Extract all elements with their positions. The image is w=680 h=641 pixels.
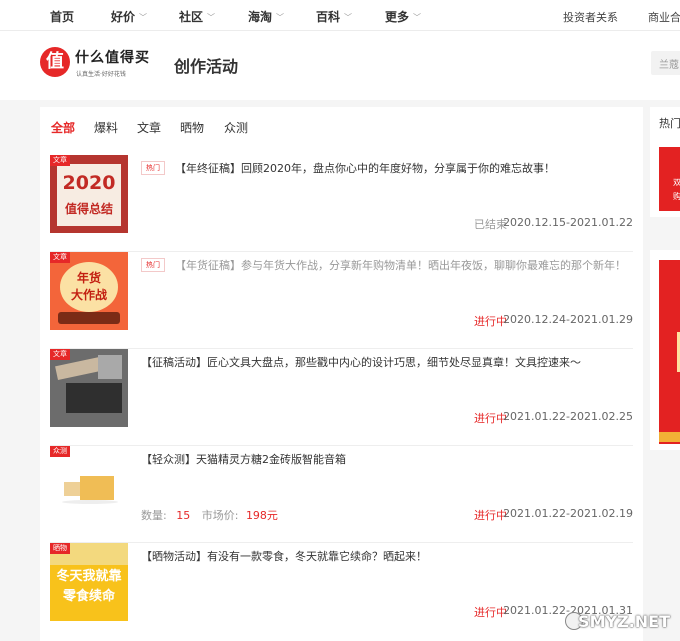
activity-panel: 全部 爆料 文章 晒物 众测 2020 值得总结 文章 热门 【年终征稿】回顾20… xyxy=(40,107,643,641)
review-meta: 数量: 15 市场价: 198元 xyxy=(141,507,278,523)
nav-item-community[interactable]: 社区 ﹀ xyxy=(179,8,215,25)
business-cooperation-link[interactable]: 商业合作 xyxy=(648,9,680,25)
activity-thumbnail[interactable]: 2020 值得总结 文章 xyxy=(50,155,128,233)
status-label: 进行中 xyxy=(474,412,507,425)
thumbnail-text: 值得总结 xyxy=(64,202,113,216)
logo-icon[interactable]: 值 xyxy=(40,47,70,77)
thumbnail-decoration xyxy=(58,312,120,324)
nav-item-label: 社区 xyxy=(179,10,204,24)
banner-text: 购 xyxy=(673,192,680,201)
nav-item-label: 百科 xyxy=(316,10,341,24)
list-item[interactable]: 众测 【轻众测】天猫精灵方糖2金砖版智能音箱 数量: 15 市场价: 198元 … xyxy=(40,446,643,543)
sidebar-hot-label: 热门 xyxy=(659,117,680,130)
activity-title[interactable]: 【晒物活动】有没有一款零食，冬天就靠它续命？晒起来！ xyxy=(141,547,631,567)
nav-item-label: 更多 xyxy=(385,10,410,24)
chevron-down-icon: ﹀ xyxy=(344,13,353,22)
tab-articles[interactable]: 文章 xyxy=(137,119,161,136)
list-item[interactable]: 文章 【征稿活动】匠心文具大盘点，那些戳中内心的设计巧思，细节处尽显真章！文具控… xyxy=(40,349,643,446)
date-range: 2021.01.22-2021.02.25 xyxy=(503,410,633,423)
thumbnail-poster: 2020 值得总结 xyxy=(57,164,121,226)
site-header: 值 什么值得买 认真生活·好好花钱 创作活动 兰蔻 xyxy=(0,31,680,100)
search-input[interactable]: 兰蔻 xyxy=(651,51,680,75)
chevron-down-icon: ﹀ xyxy=(139,13,148,22)
nav-item-label: 好价 xyxy=(111,10,136,24)
activity-thumbnail[interactable]: 文章 xyxy=(50,349,128,427)
banner-text: 双 xyxy=(673,178,680,187)
activity-title[interactable]: 热门 【年终征稿】回顾2020年，盘点你心中的年度好物，分享属于你的难忘故事！ xyxy=(141,159,631,179)
nav-item-label: 海淘 xyxy=(248,10,273,24)
tab-deals[interactable]: 爆料 xyxy=(94,119,118,136)
activity-thumbnail[interactable]: 年货 大作战 文章 xyxy=(50,252,128,330)
thumbnail-text: 2020 xyxy=(62,172,116,194)
sidebar-ad-banner[interactable] xyxy=(659,260,680,444)
banner-decoration xyxy=(659,432,680,442)
status-label: 已结束 xyxy=(474,218,507,231)
filter-tabs: 全部 爆料 文章 晒物 众测 xyxy=(40,107,643,147)
tab-review[interactable]: 众测 xyxy=(224,119,248,136)
chevron-down-icon: ﹀ xyxy=(276,13,285,22)
activity-title-text: 【晒物活动】有没有一款零食，冬天就靠它续命？晒起来！ xyxy=(141,550,427,563)
nav-item-deals[interactable]: 好价 ﹀ xyxy=(111,8,147,25)
status-label: 进行中 xyxy=(474,315,507,328)
activity-thumbnail[interactable]: 冬天我就靠 零食续命 晒物 xyxy=(50,543,128,621)
type-badge: 众测 xyxy=(50,446,70,457)
list-item[interactable]: 冬天我就靠 零食续命 晒物 【晒物活动】有没有一款零食，冬天就靠它续命？晒起来！… xyxy=(40,543,643,640)
investor-relations-link[interactable]: 投资者关系 xyxy=(563,9,618,25)
thumbnail-decoration xyxy=(98,355,122,379)
nav-item-home[interactable]: 首页 xyxy=(50,8,74,25)
list-item[interactable]: 年货 大作战 文章 热门 【年货征稿】参与年货大作战，分享新年购物清单！晒出年夜饭… xyxy=(40,252,643,349)
thumbnail-decoration xyxy=(62,500,118,504)
activity-title[interactable]: 热门 【年货征稿】参与年货大作战，分享新年购物清单！晒出年夜饭，聊聊你最难忘的那个… xyxy=(141,256,631,276)
nav-item-more[interactable]: 更多 ﹀ xyxy=(385,8,421,25)
status-label: 进行中 xyxy=(474,606,507,619)
thumbnail-text: 年货 xyxy=(76,271,101,285)
activity-title-text: 【年货征稿】参与年货大作战，分享新年购物清单！晒出年夜饭，聊聊你最难忘的那个新年… xyxy=(175,259,626,272)
quantity-label: 数量: xyxy=(141,509,167,522)
logo-name[interactable]: 什么值得买 xyxy=(75,47,150,67)
page-title: 创作活动 xyxy=(174,57,239,76)
type-badge: 文章 xyxy=(50,252,70,263)
activity-title[interactable]: 【征稿活动】匠心文具大盘点，那些戳中内心的设计巧思，细节处尽显真章！文具控速来～ xyxy=(141,353,631,373)
price-value: 198元 xyxy=(245,509,278,522)
date-range: 2020.12.24-2021.01.29 xyxy=(503,313,633,326)
thumbnail-decoration xyxy=(80,476,114,500)
activity-title-text: 【征稿活动】匠心文具大盘点，那些戳中内心的设计巧思，细节处尽显真章！文具控速来～ xyxy=(141,356,581,369)
nav-item-label: 首页 xyxy=(50,10,75,24)
type-badge: 文章 xyxy=(50,155,70,166)
sidebar-ad xyxy=(650,250,680,450)
activity-thumbnail[interactable]: 众测 xyxy=(50,446,128,524)
activity-title[interactable]: 【轻众测】天猫精灵方糖2金砖版智能音箱 xyxy=(141,450,631,470)
nav-item-wiki[interactable]: 百科 ﹀ xyxy=(316,8,352,25)
chevron-down-icon: ﹀ xyxy=(207,13,216,22)
watermark: SMYZ.NET xyxy=(578,612,670,631)
tab-showcase[interactable]: 晒物 xyxy=(180,119,204,136)
price-label: 市场价: xyxy=(201,509,239,522)
search-placeholder: 兰蔻 xyxy=(659,60,679,71)
date-range: 2021.01.22-2021.02.19 xyxy=(503,507,633,520)
date-range: 2020.12.15-2021.01.22 xyxy=(503,216,633,229)
top-nav: 首页 好价﹀ 社区﹀ 海淘﹀ 百科﹀ 更多﹀ 投资者关系 商业合作 xyxy=(0,0,680,31)
thumbnail-text: 大作战 xyxy=(70,288,107,302)
type-badge: 文章 xyxy=(50,349,70,360)
activity-title-text: 【年终征稿】回顾2020年，盘点你心中的年度好物，分享属于你的难忘故事！ xyxy=(175,162,555,175)
hot-tag: 热门 xyxy=(141,258,165,272)
hot-tag: 热门 xyxy=(141,161,165,175)
thumbnail-decoration xyxy=(66,383,122,413)
quantity-value: 15 xyxy=(176,509,191,522)
status-label: 进行中 xyxy=(474,509,507,522)
tab-all[interactable]: 全部 xyxy=(51,119,75,136)
activity-title-text: 【轻众测】天猫精灵方糖2金砖版智能音箱 xyxy=(141,453,346,466)
logo-slogan: 认真生活·好好花钱 xyxy=(76,71,126,78)
chevron-down-icon: ﹀ xyxy=(413,13,422,22)
nav-item-overseas[interactable]: 海淘 ﹀ xyxy=(248,8,284,25)
thumbnail-text: 零食续命 xyxy=(62,589,115,604)
thumbnail-text: 冬天我就靠 xyxy=(56,569,122,584)
sidebar-hot: 热门 双 购 xyxy=(650,107,680,217)
list-item[interactable]: 2020 值得总结 文章 热门 【年终征稿】回顾2020年，盘点你心中的年度好物，… xyxy=(40,155,643,252)
sidebar-banner[interactable]: 双 购 xyxy=(659,147,680,211)
type-badge: 晒物 xyxy=(50,543,70,554)
